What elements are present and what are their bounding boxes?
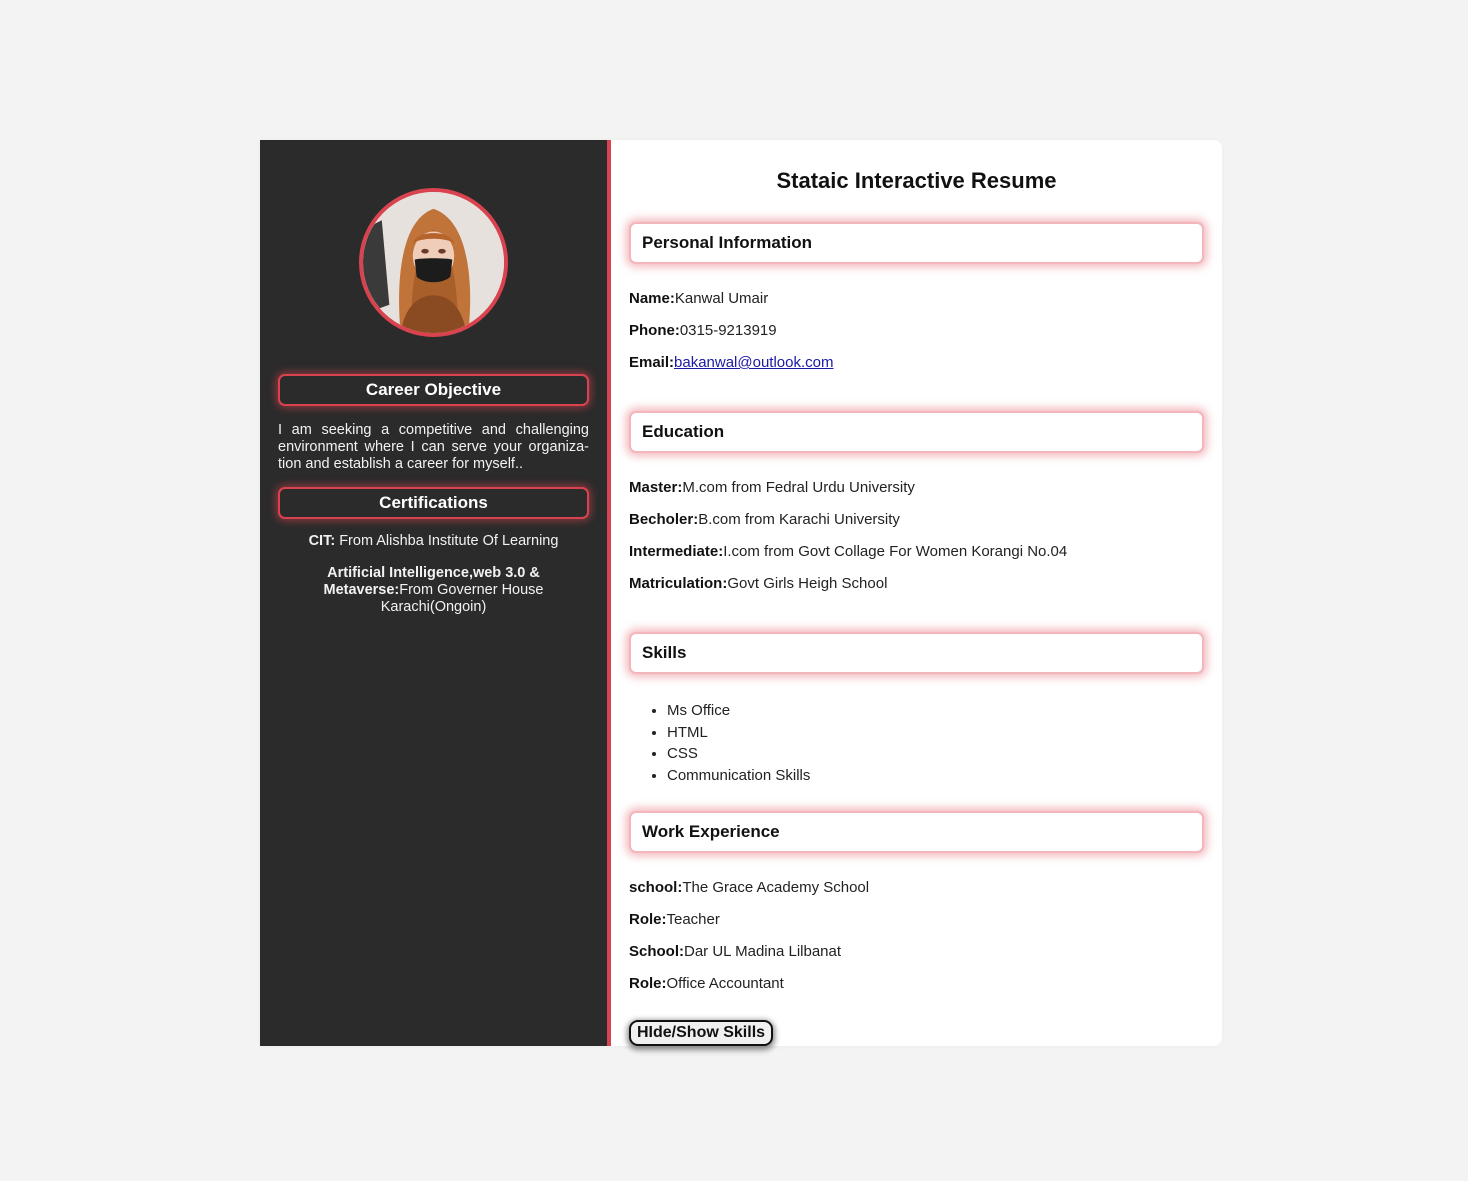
certification-value: From Governer House Karachi(Ongoin) <box>380 582 544 615</box>
certifications-heading: Certifications <box>278 487 589 519</box>
email-link[interactable]: bakanwal@outlook.com <box>674 354 833 371</box>
skill-item: Ms Office <box>667 700 1204 722</box>
phone-label: Phone: <box>629 322 680 339</box>
certification-item: Artificial Intelligence,web 3.0 & Metave… <box>278 565 589 616</box>
skill-item: CSS <box>667 743 1204 765</box>
personal-info-heading: Personal Information <box>629 222 1204 264</box>
work-label: school: <box>629 879 683 896</box>
skill-item: Communication Skills <box>667 765 1204 787</box>
education-row: Intermediate:I.com from Govt Collage For… <box>629 543 1204 575</box>
avatar <box>359 188 508 337</box>
page-title: Stataic Interactive Resume <box>776 168 1057 193</box>
name-value: Kanwal Umair <box>674 290 769 307</box>
work-label: School: <box>629 943 684 960</box>
work-value: The Grace Academy School <box>682 879 870 896</box>
education-label: Master: <box>629 479 683 496</box>
education-label: Matriculation: <box>629 575 728 592</box>
certification-value: From Alishba Institute Of Learning <box>335 533 559 549</box>
email-row: Email:bakanwal@outlook.com <box>629 354 1204 386</box>
profile-photo <box>363 192 504 333</box>
education-label: Becholer: <box>629 511 699 528</box>
work-value: Office Accountant <box>666 975 784 992</box>
education-row: Matriculation:Govt Girls Heigh School <box>629 575 1204 607</box>
work-row: Role:Office Accountant <box>629 975 1204 1007</box>
career-objective-text: I am seeking a competitive and challengi… <box>278 422 589 472</box>
certification-item: CIT: From Alishba Institute Of Learning <box>278 533 589 550</box>
work-row: school:The Grace Academy School <box>629 879 1204 911</box>
education-row: Becholer:B.com from Karachi University <box>629 511 1204 543</box>
phone-row: Phone:0315-9213919 <box>629 322 1204 354</box>
skills-heading: Skills <box>629 632 1204 674</box>
education-value: M.com from Fedral Urdu University <box>682 479 915 496</box>
work-label: Role: <box>629 975 667 992</box>
work-value: Teacher <box>666 911 720 928</box>
work-row: Role:Teacher <box>629 911 1204 943</box>
work-experience-heading: Work Experience <box>629 811 1204 853</box>
work-row: School:Dar UL Madina Lilbanat <box>629 943 1204 975</box>
education-label: Intermediate: <box>629 543 724 560</box>
skills-list: Ms Office HTML CSS Communication Skills <box>629 700 1204 786</box>
education-heading: Education <box>629 411 1204 453</box>
name-row: Name:Kanwal Umair <box>629 290 1204 322</box>
education-value: B.com from Karachi University <box>698 511 900 528</box>
education-value: I.com from Govt Collage For Women Korang… <box>723 543 1068 560</box>
certification-label: CIT: <box>308 533 336 549</box>
career-objective-heading: Career Objective <box>278 374 589 406</box>
work-experience-list: school:The Grace Academy School Role:Tea… <box>629 879 1204 1007</box>
toggle-skills-button[interactable]: HIde/Show Skills <box>629 1020 774 1046</box>
education-value: Govt Girls Heigh School <box>727 575 888 592</box>
work-value: Dar UL Madina Lilbanat <box>684 943 842 960</box>
sidebar: Career Objective I am seeking a competit… <box>260 140 611 1046</box>
education-list: Master:M.com from Fedral Urdu University… <box>629 479 1204 607</box>
personal-info-list: Name:Kanwal Umair Phone:0315-9213919 Ema… <box>629 290 1204 386</box>
phone-value: 0315-9213919 <box>679 322 777 339</box>
education-row: Master:M.com from Fedral Urdu University <box>629 479 1204 511</box>
skill-item: HTML <box>667 722 1204 744</box>
resume-card: Career Objective I am seeking a competit… <box>260 140 1222 1046</box>
name-label: Name: <box>629 290 675 307</box>
email-label: Email: <box>629 354 675 371</box>
main-content: Stataic Interactive Resume Personal Info… <box>611 140 1222 1046</box>
work-label: Role: <box>629 911 667 928</box>
